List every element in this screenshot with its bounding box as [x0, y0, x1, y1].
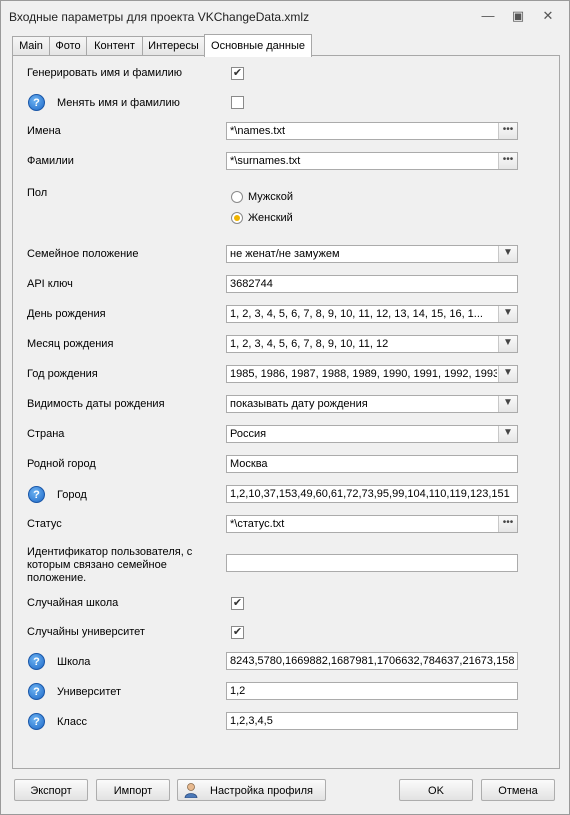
first-names-label: Имена — [27, 125, 61, 137]
chevron-down-icon[interactable]: ▼ — [498, 396, 517, 412]
api-key-value: 3682744 — [230, 278, 273, 290]
birth-month-select[interactable]: 1, 2, 3, 4, 5, 6, 7, 8, 9, 10, 11, 12 ▼ — [226, 335, 518, 353]
first-names-value: *\names.txt — [230, 125, 286, 137]
ellipsis-icon[interactable]: ••• — [498, 153, 517, 169]
city-input[interactable]: 1,2,10,37,153,49,60,61,72,73,95,99,104,1… — [226, 485, 518, 503]
tab-content[interactable]: Контент — [86, 36, 143, 56]
birth-visibility-label: Видимость даты рождения — [27, 398, 165, 410]
check-icon: ✔ — [232, 626, 243, 638]
tab-interests[interactable]: Интересы — [142, 36, 205, 56]
birth-month-label: Месяц рождения — [27, 338, 114, 350]
change-name-checkbox[interactable] — [231, 96, 244, 109]
birth-year-value: 1985, 1986, 1987, 1988, 1989, 1990, 1991… — [230, 368, 497, 380]
check-icon: ✔ — [232, 67, 243, 79]
user-icon — [184, 783, 198, 798]
close-icon[interactable]: ✕ — [539, 8, 557, 24]
home-city-value: Москва — [230, 458, 268, 470]
status-label: Статус — [27, 518, 62, 530]
api-key-input[interactable]: 3682744 — [226, 275, 518, 293]
country-label: Страна — [27, 428, 65, 440]
status-value: *\статус.txt — [230, 518, 285, 530]
university-input[interactable]: 1,2 — [226, 682, 518, 700]
change-name-label: Менять имя и фамилию — [57, 97, 180, 109]
title-bar: Входные параметры для проекта VKChangeDa… — [1, 1, 569, 31]
home-city-label: Родной город — [27, 458, 96, 470]
birth-day-select[interactable]: 1, 2, 3, 4, 5, 6, 7, 8, 9, 10, 11, 12, 1… — [226, 305, 518, 323]
birth-year-select[interactable]: 1985, 1986, 1987, 1988, 1989, 1990, 1991… — [226, 365, 518, 383]
random-university-label: Случайны университет — [27, 626, 145, 638]
country-select[interactable]: Россия ▼ — [226, 425, 518, 443]
tab-main[interactable]: Main — [12, 36, 50, 56]
school-input[interactable]: 8243,5780,1669882,1687981,1706632,784637… — [226, 652, 518, 670]
marital-status-select[interactable]: не женат/не замужем ▼ — [226, 245, 518, 263]
window-title: Входные параметры для проекта VKChangeDa… — [9, 10, 310, 24]
status-field[interactable]: *\статус.txt ••• — [226, 515, 518, 533]
random-school-checkbox[interactable]: ✔ — [231, 597, 244, 610]
birth-day-value: 1, 2, 3, 4, 5, 6, 7, 8, 9, 10, 11, 12, 1… — [230, 308, 483, 320]
chevron-down-icon[interactable]: ▼ — [498, 306, 517, 322]
home-city-input[interactable]: Москва — [226, 455, 518, 473]
birth-visibility-select[interactable]: показывать дату рождения ▼ — [226, 395, 518, 413]
gender-male-radio[interactable] — [231, 191, 243, 203]
first-names-field[interactable]: *\names.txt ••• — [226, 122, 518, 140]
last-names-value: *\surnames.txt — [230, 155, 301, 167]
school-value: 8243,5780,1669882,1687981,1706632,784637… — [230, 655, 514, 667]
last-names-label: Фамилии — [27, 155, 74, 167]
chevron-down-icon[interactable]: ▼ — [498, 246, 517, 262]
tab-photo[interactable]: Фото — [49, 36, 87, 56]
help-icon[interactable]: ? — [28, 486, 45, 503]
gender-female-label: Женский — [248, 212, 293, 224]
partner-id-label: Идентификатор пользователя, с которым св… — [27, 546, 193, 584]
maximize-icon[interactable]: ▣ — [509, 8, 527, 24]
birth-visibility-value: показывать дату рождения — [230, 398, 368, 410]
dialog-window: Входные параметры для проекта VKChangeDa… — [0, 0, 570, 815]
school-label: Школа — [57, 656, 91, 668]
partner-id-input[interactable] — [226, 554, 518, 572]
class-value: 1,2,3,4,5 — [230, 715, 273, 727]
birth-year-label: Год рождения — [27, 368, 98, 380]
marital-status-label: Семейное положение — [27, 248, 139, 260]
cancel-button[interactable]: Отмена — [481, 779, 555, 801]
help-icon[interactable]: ? — [28, 653, 45, 670]
chevron-down-icon[interactable]: ▼ — [498, 336, 517, 352]
gender-label: Пол — [27, 187, 48, 199]
profile-settings-button[interactable]: Настройка профиля — [177, 779, 326, 801]
class-input[interactable]: 1,2,3,4,5 — [226, 712, 518, 730]
help-icon[interactable]: ? — [28, 713, 45, 730]
gender-female-radio[interactable] — [231, 212, 243, 224]
ok-button[interactable]: OK — [399, 779, 473, 801]
minimize-icon[interactable]: — — [479, 8, 497, 24]
chevron-down-icon[interactable]: ▼ — [498, 366, 517, 382]
profile-settings-label: Настройка профиля — [210, 785, 313, 797]
class-label: Класс — [57, 716, 87, 728]
generate-name-checkbox[interactable]: ✔ — [231, 67, 244, 80]
city-label: Город — [57, 489, 87, 501]
ellipsis-icon[interactable]: ••• — [498, 516, 517, 532]
city-value: 1,2,10,37,153,49,60,61,72,73,95,99,104,1… — [230, 488, 510, 500]
import-button[interactable]: Импорт — [96, 779, 170, 801]
random-school-label: Случайная школа — [27, 597, 119, 609]
country-value: Россия — [230, 428, 267, 440]
university-label: Университет — [57, 686, 122, 698]
university-value: 1,2 — [230, 685, 246, 697]
birth-month-value: 1, 2, 3, 4, 5, 6, 7, 8, 9, 10, 11, 12 — [230, 338, 389, 350]
api-key-label: API ключ — [27, 278, 73, 290]
gender-male-label: Мужской — [248, 191, 293, 203]
ellipsis-icon[interactable]: ••• — [498, 123, 517, 139]
check-icon: ✔ — [232, 597, 243, 609]
export-button[interactable]: Экспорт — [14, 779, 88, 801]
marital-status-value: не женат/не замужем — [230, 248, 340, 260]
birth-day-label: День рождения — [27, 308, 106, 320]
tab-basic-data[interactable]: Основные данные — [204, 34, 312, 57]
last-names-field[interactable]: *\surnames.txt ••• — [226, 152, 518, 170]
random-university-checkbox[interactable]: ✔ — [231, 626, 244, 639]
help-icon[interactable]: ? — [28, 683, 45, 700]
chevron-down-icon[interactable]: ▼ — [498, 426, 517, 442]
generate-name-label: Генерировать имя и фамилию — [27, 67, 183, 79]
help-icon[interactable]: ? — [28, 94, 45, 111]
